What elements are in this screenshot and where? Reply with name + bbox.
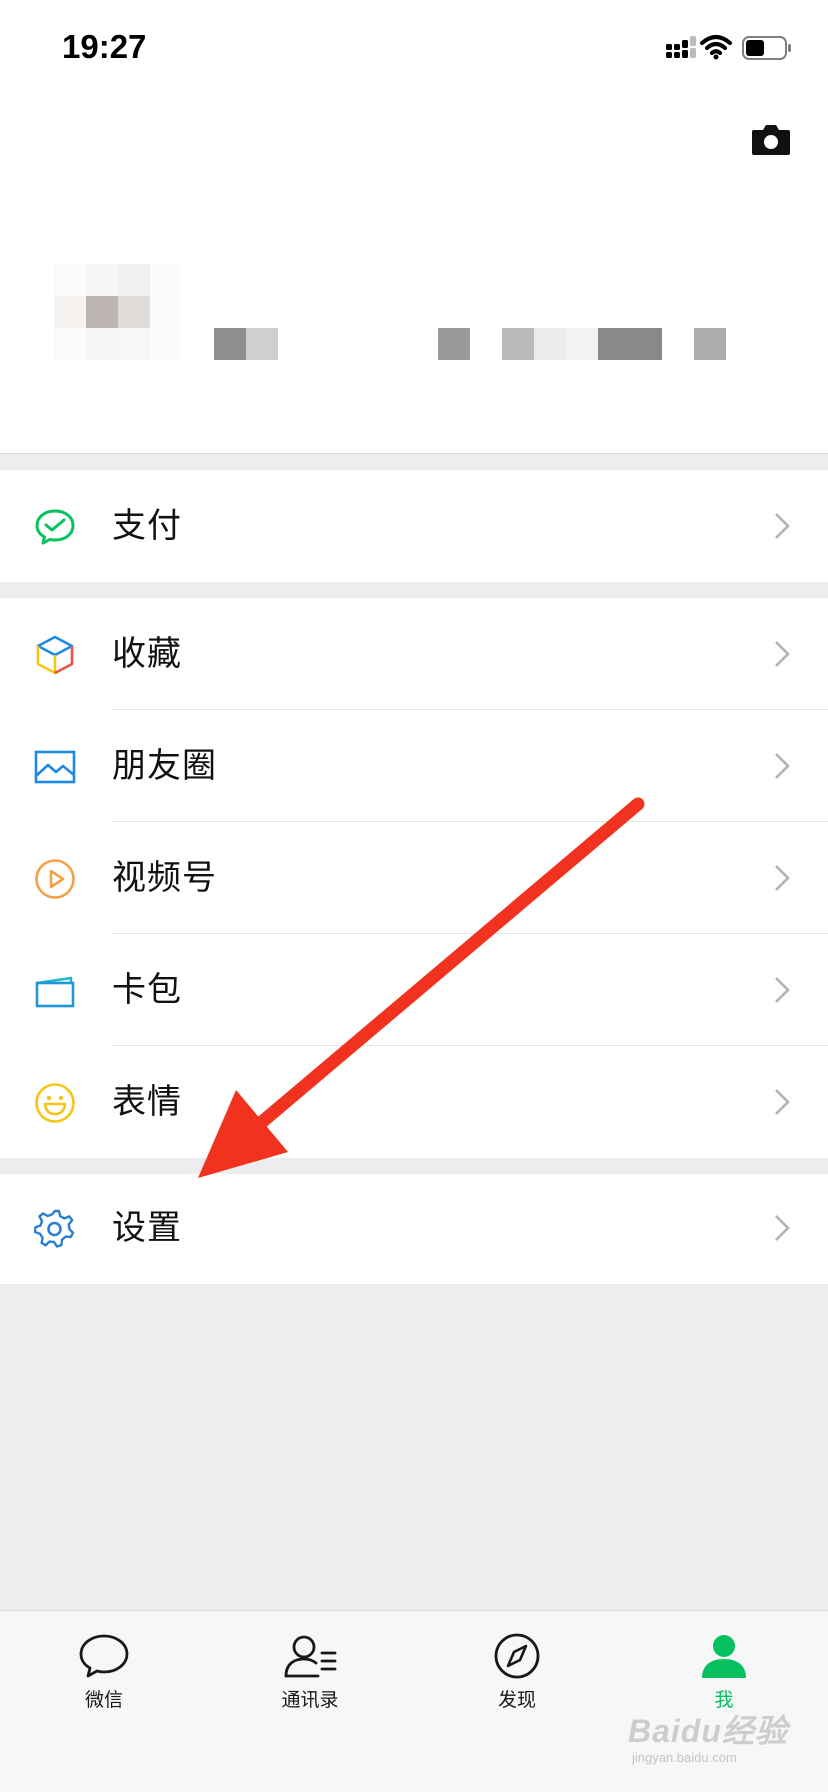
menu-group-features: 收藏 朋友圈 视频号 卡包 表情 [0,598,828,1158]
menu-item-settings[interactable]: 设置 [0,1174,828,1284]
cellular-signal-icon [666,36,696,58]
battery-icon [742,36,791,60]
menu-item-label: 设置 [112,1208,182,1248]
channels-play-icon [35,859,75,899]
card-wallet-icon [35,976,75,1008]
status-time: 19:27 [62,28,147,65]
menu-item-label: 支付 [112,506,182,546]
chevron-right-icon [775,753,790,779]
tab-label: 微信 [84,1689,123,1711]
menu-item-moments[interactable]: 朋友圈 [0,710,828,822]
menu-item-label: 表情 [112,1082,182,1122]
chat-bubble-icon [79,1634,129,1678]
wifi-icon [700,35,732,60]
profile-header[interactable] [0,100,828,454]
avatar-blurred[interactable] [54,264,180,360]
chevron-right-icon [775,1215,790,1241]
menu-item-pay[interactable]: 支付 [0,470,828,582]
camera-icon[interactable] [751,122,791,156]
wechat-pay-icon [35,509,75,545]
chevron-right-icon [775,977,790,1003]
menu-item-label: 视频号 [112,858,217,898]
menu-group-pay: 支付 [0,470,828,582]
me-person-icon [702,1635,746,1678]
chevron-right-icon [775,641,790,667]
chevron-right-icon [775,865,790,891]
chevron-right-icon [775,1089,790,1115]
chevron-right-icon [775,513,790,539]
watermark-main: Baidu经验 [628,1713,788,1749]
menu-item-label: 卡包 [112,970,182,1010]
menu-item-channels[interactable]: 视频号 [0,822,828,934]
tab-label: 发现 [497,1689,536,1711]
tab-contacts[interactable]: 通讯录 [230,1633,390,1743]
menu-item-card-wallet[interactable]: 卡包 [0,934,828,1046]
menu-item-label: 朋友圈 [112,746,217,786]
settings-gear-icon [34,1209,75,1248]
sticker-smile-icon [35,1083,75,1123]
status-bar: 19:27 [0,0,828,100]
discover-compass-icon [494,1633,540,1679]
favorites-cube-icon [36,635,74,675]
menu-item-stickers[interactable]: 表情 [0,1046,828,1158]
menu-group-settings: 设置 [0,1174,828,1284]
nickname-blurred [214,328,734,360]
watermark-sub: jingyan.baidu.com [632,1750,737,1765]
menu-item-favorites[interactable]: 收藏 [0,598,828,710]
tab-label: 通讯录 [281,1689,339,1711]
baidu-jingyan-watermark: Baidu经验 jingyan.baidu.com [628,1706,788,1765]
tab-chats[interactable]: 微信 [24,1633,184,1743]
tab-discover[interactable]: 发现 [437,1633,597,1743]
moments-picture-icon [34,750,76,784]
menu-item-label: 收藏 [112,634,182,674]
contacts-icon [284,1635,337,1678]
